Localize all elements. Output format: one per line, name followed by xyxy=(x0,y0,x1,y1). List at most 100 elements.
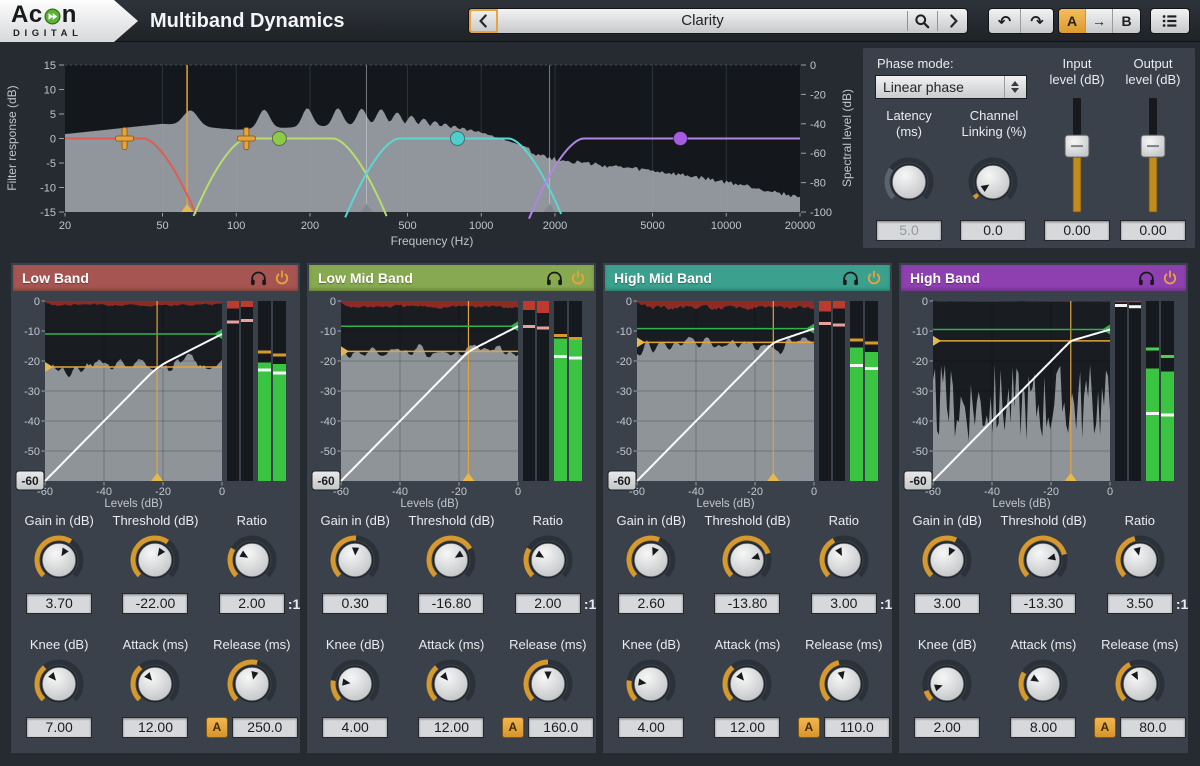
main-menu-button[interactable] xyxy=(1151,9,1189,33)
ratio-value[interactable]: 3.50 xyxy=(1107,593,1173,614)
undo-button[interactable]: ↶ xyxy=(989,9,1021,33)
band-solo-button[interactable] xyxy=(542,267,566,289)
attack-value[interactable]: 8.00 xyxy=(1010,717,1076,738)
phase-mode-select[interactable]: Linear phase xyxy=(875,75,1027,99)
gain-in-value[interactable]: 3.70 xyxy=(26,593,92,614)
brand-suffix: n xyxy=(62,1,77,29)
band-transfer-graph[interactable]: 0-10-20-30-40-50-60-40-200Levels (dB)-60 xyxy=(607,295,890,509)
release-value[interactable]: 250.0 xyxy=(232,717,298,738)
threshold-value[interactable]: -22.00 xyxy=(122,593,188,614)
threshold-knob[interactable] xyxy=(721,534,773,586)
gain-in-knob[interactable] xyxy=(921,534,973,586)
release-knob[interactable] xyxy=(226,658,278,710)
attack-value[interactable]: 12.00 xyxy=(714,717,780,738)
band-solo-button[interactable] xyxy=(838,267,862,289)
crossover-spectrum-chart[interactable]: 151050-5-10-150-20-40-60-80-100205010020… xyxy=(0,45,860,255)
ratio-knob[interactable] xyxy=(522,534,574,586)
knee-knob[interactable] xyxy=(33,658,85,710)
knee-value[interactable]: 4.00 xyxy=(618,717,684,738)
preset-b-button[interactable]: B xyxy=(1113,9,1140,33)
threshold-knob[interactable] xyxy=(425,534,477,586)
band-header[interactable]: High Mid Band xyxy=(605,265,890,291)
ratio-value[interactable]: 3.00 xyxy=(811,593,877,614)
band-solo-button[interactable] xyxy=(1134,267,1158,289)
knee-value[interactable]: 2.00 xyxy=(914,717,980,738)
threshold-value[interactable]: -16.80 xyxy=(418,593,484,614)
ratio-value[interactable]: 2.00 xyxy=(515,593,581,614)
attack-knob[interactable] xyxy=(721,658,773,710)
band-power-button[interactable] xyxy=(566,267,590,289)
band-gain-handle[interactable] xyxy=(451,132,465,146)
band-power-button[interactable] xyxy=(1158,267,1182,289)
redo-button[interactable]: ↷ xyxy=(1021,9,1053,33)
chevron-left-icon xyxy=(473,10,495,32)
band-gain-handle[interactable] xyxy=(272,132,286,146)
knee-knob[interactable] xyxy=(921,658,973,710)
output-level-value[interactable]: 0.00 xyxy=(1120,220,1186,241)
band-header[interactable]: Low Mid Band xyxy=(309,265,594,291)
release-value[interactable]: 160.0 xyxy=(528,717,594,738)
release-value[interactable]: 80.0 xyxy=(1120,717,1186,738)
svg-text:-20: -20 xyxy=(451,486,467,498)
knee-knob[interactable] xyxy=(329,658,381,710)
band-header[interactable]: Low Band xyxy=(13,265,298,291)
threshold-value[interactable]: -13.80 xyxy=(714,593,780,614)
range-min-button[interactable]: -60 xyxy=(904,471,932,490)
preset-next-button[interactable] xyxy=(938,9,967,33)
range-min-button[interactable]: -60 xyxy=(16,471,44,490)
gain-in-value[interactable]: 2.60 xyxy=(618,593,684,614)
band-transfer-graph[interactable]: 0-10-20-30-40-50-60-40-200Levels (dB)-60 xyxy=(15,295,298,509)
release-value[interactable]: 110.0 xyxy=(824,717,890,738)
auto-release-button[interactable]: A xyxy=(206,717,228,738)
latency-knob[interactable] xyxy=(883,156,935,208)
band-solo-button[interactable] xyxy=(246,267,270,289)
latency-value[interactable]: 5.0 xyxy=(876,220,942,241)
range-min-button[interactable]: -60 xyxy=(312,471,340,490)
release-knob[interactable] xyxy=(1114,658,1166,710)
release-knob[interactable] xyxy=(818,658,870,710)
attack-knob[interactable] xyxy=(425,658,477,710)
release-knob[interactable] xyxy=(522,658,574,710)
band-header[interactable]: High Band xyxy=(901,265,1186,291)
copy-a-to-b-button[interactable]: → xyxy=(1086,9,1113,33)
band-transfer-graph[interactable]: 0-10-20-30-40-50-60-40-200Levels (dB)-60 xyxy=(311,295,594,509)
input-level-slider[interactable] xyxy=(1062,94,1092,216)
preset-a-button[interactable]: A xyxy=(1059,9,1086,33)
auto-release-button[interactable]: A xyxy=(1094,717,1116,738)
range-min-button[interactable]: -60 xyxy=(608,471,636,490)
threshold-knob[interactable] xyxy=(1017,534,1069,586)
preset-search-button[interactable] xyxy=(908,9,937,33)
channel-linking-value[interactable]: 0.0 xyxy=(960,220,1026,241)
input-level-value[interactable]: 0.00 xyxy=(1044,220,1110,241)
preset-prev-button[interactable] xyxy=(469,9,498,33)
knee-value[interactable]: 7.00 xyxy=(26,717,92,738)
band-transfer-graph[interactable]: 0-10-20-30-40-50-60-40-200Levels (dB)-60 xyxy=(903,295,1186,509)
output-level-slider[interactable] xyxy=(1138,94,1168,216)
gain-in-knob[interactable] xyxy=(625,534,677,586)
threshold-value[interactable]: -13.30 xyxy=(1010,593,1076,614)
channel-linking-knob[interactable] xyxy=(967,156,1019,208)
gain-in-value[interactable]: 0.30 xyxy=(322,593,388,614)
ratio-value[interactable]: 2.00 xyxy=(219,593,285,614)
auto-release-button[interactable]: A xyxy=(502,717,524,738)
attack-knob[interactable] xyxy=(1017,658,1069,710)
gain-in-knob[interactable] xyxy=(329,534,381,586)
band-power-button[interactable] xyxy=(862,267,886,289)
ratio-knob[interactable] xyxy=(1114,534,1166,586)
right-axis-ticks: 0-20-40-60-80-100 xyxy=(810,60,832,219)
attack-value[interactable]: 12.00 xyxy=(418,717,484,738)
threshold-knob[interactable] xyxy=(129,534,181,586)
knee-label: Knee (dB) xyxy=(918,637,977,655)
auto-release-button[interactable]: A xyxy=(798,717,820,738)
knee-value[interactable]: 4.00 xyxy=(322,717,388,738)
ratio-knob[interactable] xyxy=(818,534,870,586)
gain-in-knob[interactable] xyxy=(33,534,85,586)
gain-in-value[interactable]: 3.00 xyxy=(914,593,980,614)
attack-knob[interactable] xyxy=(129,658,181,710)
preset-name[interactable]: Clarity xyxy=(498,9,907,33)
attack-value[interactable]: 12.00 xyxy=(122,717,188,738)
band-power-button[interactable] xyxy=(270,267,294,289)
ratio-knob[interactable] xyxy=(226,534,278,586)
band-gain-handle[interactable] xyxy=(673,132,687,146)
knee-knob[interactable] xyxy=(625,658,677,710)
